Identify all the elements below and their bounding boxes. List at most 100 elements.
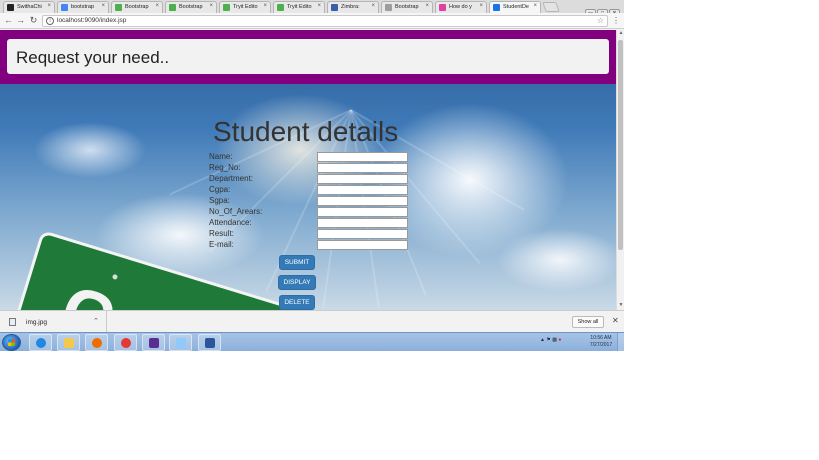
field-input[interactable] [317,229,408,239]
image-file-icon [9,318,16,326]
network-icon[interactable]: ▩ [552,337,557,343]
tab-close-icon[interactable]: × [371,3,375,9]
w3schools-icon [277,4,284,11]
tab-close-icon[interactable]: × [155,3,159,9]
address-bar[interactable]: i localhost:9090/index.jsp ☆ [42,15,608,27]
flag-icon[interactable]: ⚑ [546,337,550,343]
clock-date: 7/27/2017 [589,342,613,348]
browser-toolbar: ← → ↻ i localhost:9090/index.jsp ☆ ⋮ [0,13,624,29]
scroll-thumb[interactable] [618,40,623,250]
taskbar-app-button[interactable] [114,334,137,351]
visual-studio-icon [149,338,159,348]
tab-label: SwithaChi [17,4,42,10]
field-input[interactable] [317,185,408,195]
close-download-bar-icon[interactable]: ✕ [612,316,619,325]
ie-icon [36,338,46,348]
explorer-icon [64,338,74,348]
screen: SwithaChi × bootstrap × Bootstrap × Bootstrap ×… [0,0,624,351]
address-url[interactable]: localhost:9090/index.jsp [57,17,126,24]
browser-tab[interactable]: SwithaChi × [3,1,55,13]
tab-close-icon[interactable]: × [263,3,267,9]
quora-icon [439,4,446,11]
browser-tab[interactable]: Zimbra: × [327,1,379,13]
tab-label: Tryit Edito [233,4,258,10]
start-button[interactable] [2,334,21,351]
taskbar-clock[interactable]: 10:56 AM 7/27/2017 [586,335,616,349]
clock-time: 10:56 AM [590,335,612,341]
github-icon [7,4,14,11]
windows-taskbar: ▲ ⚑ ▩ ● 10:56 AM 7/27/2017 [0,332,624,351]
w3schools-icon [115,4,122,11]
tab-label: StudentDe [503,4,529,10]
google-icon [61,4,68,11]
field-input[interactable] [317,218,408,228]
tab-close-icon[interactable]: × [101,3,105,9]
field-input[interactable] [317,240,408,250]
tab-close-icon[interactable]: × [479,3,483,9]
info-icon[interactable]: i [46,17,54,25]
bookmark-star-icon[interactable]: ☆ [597,16,604,25]
chrome-icon [121,338,131,348]
w3schools-icon [223,4,230,11]
tab-close-icon[interactable]: × [425,3,429,9]
download-bar: img.jpg ⌃ Show all ✕ [0,310,624,333]
display-button[interactable]: DISPLAY [278,275,316,290]
taskbar-app-button[interactable] [57,334,80,351]
taskbar-app-button[interactable] [169,334,192,351]
tab-close-icon[interactable]: × [209,3,213,9]
submit-button[interactable]: SUBMIT [279,255,315,270]
show-all-button[interactable]: Show all [572,316,604,328]
back-arrow-icon[interactable]: ← [3,15,14,26]
tab-close-icon[interactable]: × [47,3,51,9]
tray-arrow-icon[interactable]: ▲ [540,337,545,343]
scroll-down-icon[interactable]: ▼ [617,302,624,308]
browser-tab[interactable]: Tryit Edito × [273,1,325,13]
field-label: Result: [209,229,234,238]
page-icon [493,4,500,11]
sign-bolt [111,273,119,281]
browser-tab[interactable]: Tryit Edito × [219,1,271,13]
field-input[interactable] [317,152,408,162]
page-heading: Request your need.. [16,48,170,67]
field-label: E-mail: [209,240,234,249]
word-icon [205,338,215,348]
form-title: Student details [213,116,399,147]
show-desktop-button[interactable] [617,333,624,351]
tab-label: Bootstrap [125,4,149,10]
media-player-icon [92,338,102,348]
tab-close-icon[interactable]: × [317,3,321,9]
download-item[interactable]: img.jpg ⌃ [4,314,104,330]
tab-close-icon[interactable]: × [533,3,537,9]
new-tab-button[interactable] [542,2,560,12]
reload-icon[interactable]: ↻ [28,15,39,26]
field-input[interactable] [317,196,408,206]
forward-arrow-icon[interactable]: → [15,15,26,26]
browser-tab[interactable]: Bootstrap × [165,1,217,13]
taskbar-app-button[interactable] [142,334,165,351]
browser-tab[interactable]: Bootstrap × [111,1,163,13]
browser-tab[interactable]: bootstrap × [57,1,109,13]
taskbar-app-button[interactable] [198,334,221,351]
field-input[interactable] [317,207,408,217]
field-label: No_Of_Arears: [209,207,263,216]
field-label: Attendance: [209,218,252,227]
field-input[interactable] [317,174,408,184]
page-scrollbar[interactable]: ▲ ▼ [616,30,624,310]
notepad-icon [176,338,186,348]
field-label: Sgpa: [209,196,230,205]
download-filename[interactable]: img.jpg [26,319,47,326]
chrome-menu-icon[interactable]: ⋮ [612,16,620,25]
delete-button[interactable]: DELETE [279,295,315,310]
scroll-up-icon[interactable]: ▲ [617,30,624,36]
system-tray: ▲ ⚑ ▩ ● [540,337,588,347]
taskbar-app-button[interactable] [29,334,52,351]
volume-icon[interactable]: ● [558,337,561,343]
browser-tab[interactable]: How do y × [435,1,487,13]
taskbar-app-button[interactable] [85,334,108,351]
download-options-chevron-icon[interactable]: ⌃ [93,317,99,325]
tab-label: Zimbra: [341,4,360,10]
browser-tab[interactable]: Bootstrap × [381,1,433,13]
page-icon [385,4,392,11]
field-input[interactable] [317,163,408,173]
tab-label: Tryit Edito [287,4,312,10]
